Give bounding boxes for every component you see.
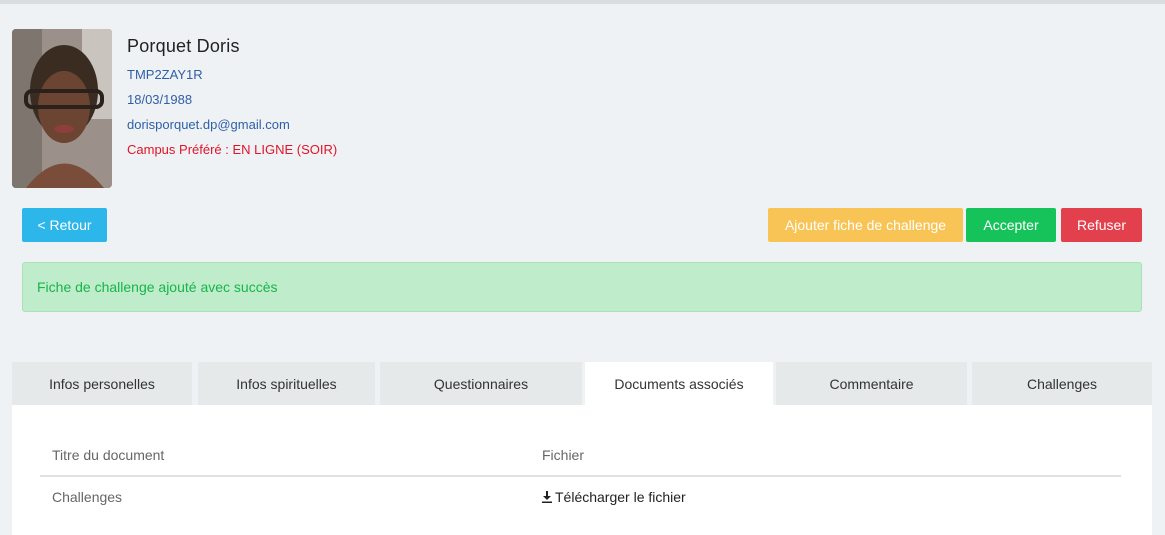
avatar [12, 29, 112, 188]
refuse-button[interactable]: Refuser [1061, 208, 1142, 242]
table-header-title: Titre du document [52, 447, 165, 463]
profile-email[interactable]: dorisporquet.dp@gmail.com [127, 117, 290, 132]
table-header-file: Fichier [542, 447, 585, 463]
download-file-label: Télécharger le fichier [555, 489, 686, 505]
tab-challenges[interactable]: Challenges [972, 362, 1152, 405]
tab-documents-associes[interactable]: Documents associés [585, 362, 773, 405]
tab-infos-spirituelles[interactable]: Infos spirituelles [198, 362, 375, 405]
tab-label: Infos personelles [49, 375, 155, 392]
tab-label: Questionnaires [433, 375, 529, 392]
tab-strip: Infos personelles Infos spirituelles Que… [12, 362, 1152, 405]
table-cell-document-title: Challenges [52, 489, 123, 505]
top-bar [0, 0, 1165, 4]
profile-code: TMP2ZAY1R [127, 67, 203, 82]
profile-campus: Campus Préféré : EN LIGNE (SOIR) [127, 142, 338, 157]
tab-infos-personelles[interactable]: Infos personelles [12, 362, 192, 405]
tab-label: Commentaire [829, 375, 914, 392]
profile-birthdate: 18/03/1988 [127, 92, 193, 107]
profile-name: Porquet Doris [127, 36, 240, 56]
download-file-link[interactable]: Télécharger le fichier [542, 489, 686, 505]
tab-questionnaires[interactable]: Questionnaires [380, 362, 582, 405]
tab-label: Challenges [1026, 375, 1098, 392]
tab-commentaire[interactable]: Commentaire [776, 362, 967, 405]
success-alert-message: Fiche de challenge ajouté avec succès [37, 279, 278, 295]
tab-label: Infos spirituelles [236, 375, 337, 392]
table-header-divider [40, 475, 1121, 477]
success-alert: Fiche de challenge ajouté avec succès [22, 262, 1142, 312]
add-challenge-sheet-button[interactable]: Ajouter fiche de challenge [768, 208, 963, 242]
accept-button[interactable]: Accepter [966, 208, 1056, 242]
download-icon [542, 491, 552, 503]
back-button[interactable]: < Retour [22, 208, 107, 242]
tab-label: Documents associés [614, 375, 744, 392]
